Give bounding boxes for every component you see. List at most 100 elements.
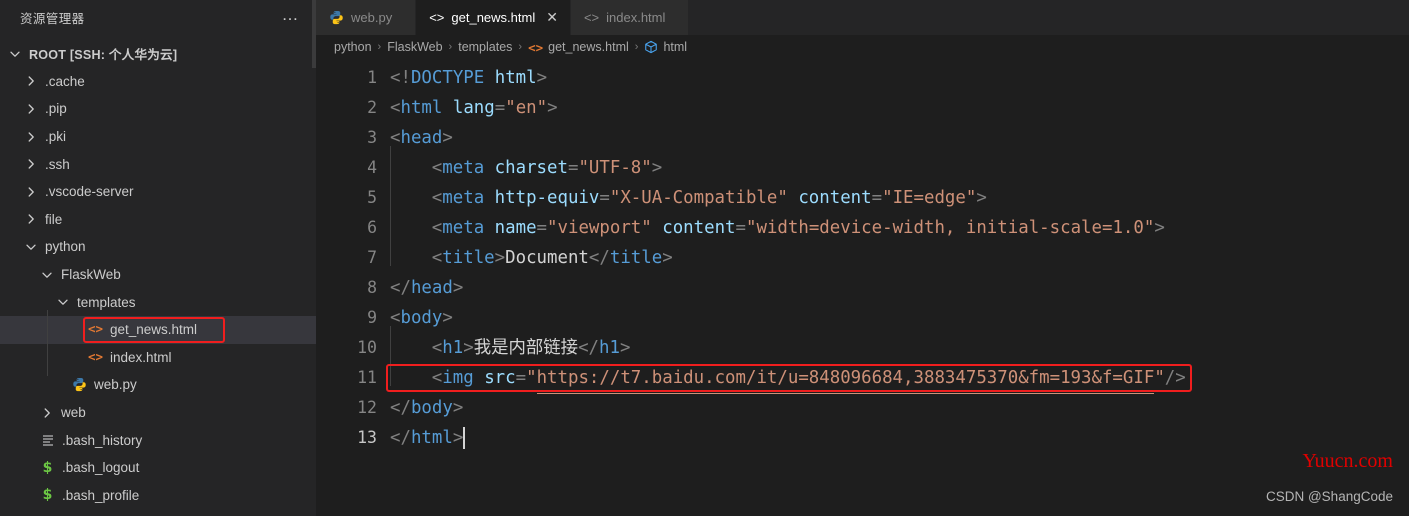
history-file-icon [39,433,56,447]
line-number: 4 [367,158,377,177]
code-line[interactable]: 5 < meta http-equiv = "X-UA-Compatible" cont… [316,176,1409,213]
editor-tab-get-news-html[interactable]: <> get_news.html ✕ [416,0,571,35]
code-line[interactable]: 4 < meta charset = "UTF-8" > [316,146,1409,183]
html-file-icon: <> [429,10,445,25]
breadcrumb-item[interactable]: FlaskWeb [387,40,442,54]
code-token: name [494,218,537,238]
code-line[interactable]: 1 <! DOCTYPE html > [316,63,1409,93]
code-token: > [547,98,558,118]
chevron-right-icon[interactable] [23,211,39,227]
tree-item-label: .ssh [45,156,70,172]
code-token: > [452,398,464,418]
tree-folder-item[interactable]: .pki [0,123,316,151]
html-file-icon: <> [583,10,600,25]
code-token: html [400,98,443,118]
tree-file-item[interactable]: .bash_history [0,426,316,454]
shell-file-icon: $ [42,459,53,476]
code-token: < [431,368,443,388]
breadcrumb-item[interactable]: templates [458,40,512,54]
chevron-right-icon[interactable] [23,156,39,172]
file-tree: ROOT [SSH: 个人华为云] .cache .pip .pki .ssh .vsco… [0,35,316,509]
python-file-icon [71,377,88,392]
tree-folder-item[interactable]: web [0,399,316,427]
python-file-icon [329,10,344,25]
tree-folder-item[interactable]: .cache [0,68,316,96]
chevron-down-icon[interactable] [39,267,55,283]
chevron-right-icon[interactable] [23,129,39,145]
code-line[interactable]: 3 < head > [316,123,1409,153]
line-number: 12 [357,398,377,417]
code-token: > [662,248,673,268]
code-token: < [390,128,401,148]
tree-file-item[interactable]: $ .bash_profile [0,482,316,510]
code-line[interactable]: 11 < img src = " https://t7.baidu.com/it/u=84… [316,355,1409,394]
code-line[interactable]: 8 </head > [316,273,1409,303]
tree-folder-item[interactable]: python [0,233,316,261]
tree-item-label: file [45,211,63,227]
code-token: " [526,368,537,388]
editor-tab-web-py[interactable]: web.py [316,0,417,35]
indent-guide [390,176,391,206]
tree-item-label: .pip [45,101,67,117]
code-line[interactable]: 9 < body > [316,303,1409,333]
tree-item-label: .cache [45,73,85,89]
tree-folder-item[interactable]: file [0,206,316,234]
code-line[interactable]: 13 </html > [316,423,1409,453]
breadcrumb-label: templates [458,40,513,54]
code-token: > [1154,218,1165,238]
code-line[interactable]: 2 < html lang = "en" > [316,93,1409,123]
breadcrumb-item[interactable]: html [644,40,687,54]
chevron-down-icon[interactable] [23,239,39,255]
breadcrumb-item[interactable]: <> get_news.html [528,40,629,55]
tree-file-item[interactable]: $ .bash_logout [0,454,316,482]
code-token: title [609,248,663,268]
code-token: < [431,218,443,238]
chevron-right-icon[interactable] [23,73,39,89]
code-line[interactable]: 10 < h1 > 我是内部链接 </h1 > [316,326,1409,363]
code-token: h1 [599,338,620,358]
tree-folder-item[interactable]: .ssh [0,150,316,178]
indent-guide [390,236,391,266]
editor-tab-index-html[interactable]: <> index.html [570,0,690,35]
tree-root-item[interactable]: ROOT [SSH: 个人华为云] [0,40,316,68]
ellipsis-icon[interactable]: … [282,6,301,25]
chevron-right-icon[interactable] [23,101,39,117]
chevron-right-icon[interactable] [39,405,55,421]
code-line-content: < meta http-equiv = "X-UA-Compatible" conte… [390,176,987,213]
close-icon[interactable]: ✕ [546,11,558,25]
code-line[interactable]: 7 < title > Document </title > [316,236,1409,273]
explorer-sidebar: 资源管理器 … ROOT [SSH: 个人华为云] .cache .pip .pki.… [0,0,316,516]
indent-guide [390,355,391,386]
tree-folder-item[interactable]: .pip [0,95,316,123]
code-token: "UTF-8" [578,158,652,178]
code-editor[interactable]: 1 <! DOCTYPE html >2 < html lang = "en" >3 < head >… [316,59,1409,453]
chevron-down-icon[interactable] [55,294,71,310]
tree-folder-item[interactable]: .vscode-server [0,178,316,206]
code-token: < [431,158,443,178]
tree-item-label: web [61,405,86,421]
line-number: 11 [357,368,377,387]
tab-label: get_news.html [451,10,536,25]
code-token: body [410,398,453,418]
tree-item-label: web.py [94,377,137,393]
code-token: = [494,98,506,118]
breadcrumb-item[interactable]: python [334,40,372,54]
code-token: < [431,338,443,358]
breadcrumb-separator-icon: › [377,41,382,53]
tree-item-label: .vscode-server [45,184,134,200]
code-line[interactable]: 6 < meta name = "viewport" content = "width=de… [316,206,1409,243]
tree-folder-item[interactable]: FlaskWeb [0,261,316,289]
text-cursor [463,427,466,449]
chevron-right-icon[interactable] [23,184,39,200]
code-token: > [651,158,663,178]
line-number: 8 [367,278,377,297]
line-number: 6 [367,218,377,237]
chevron-down-icon[interactable] [7,46,23,62]
code-line[interactable]: 12 </body > [316,393,1409,423]
code-token: <! [390,68,411,88]
